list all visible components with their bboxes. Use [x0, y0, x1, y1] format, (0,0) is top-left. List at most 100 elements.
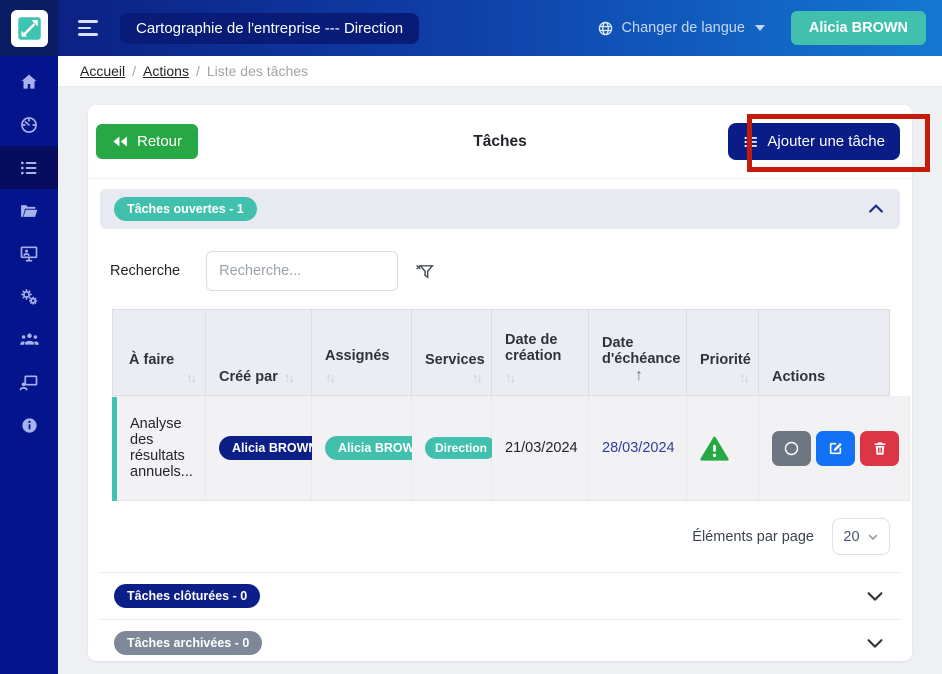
status-circle-icon [782, 439, 801, 458]
search-input[interactable] [206, 251, 398, 291]
chevron-up-icon[interactable] [866, 199, 886, 219]
sidebar-item-dashboard[interactable] [0, 103, 58, 146]
sort-icon: ↑↓ [284, 370, 293, 385]
sidebar-item-presentation[interactable] [0, 232, 58, 275]
search-row: Recherche [100, 229, 900, 305]
row-accent-bar [112, 397, 117, 501]
menu-toggle-icon[interactable] [78, 20, 98, 36]
chevron-down-icon[interactable] [864, 632, 886, 654]
table-row: Analyse des résultats annuels... Alicia … [112, 396, 890, 501]
main-content: Retour Tâches Ajouter une tâche [58, 87, 942, 674]
language-label: Changer de langue [622, 20, 745, 36]
column-header-assignees[interactable]: Assignés ↑↓ [312, 309, 412, 396]
closed-tasks-badge: Tâches clôturées - 0 [114, 584, 260, 608]
per-page-value: 20 [843, 529, 859, 545]
sidebar [0, 0, 58, 674]
search-label: Recherche [110, 263, 180, 279]
column-header-actions: Actions [759, 309, 890, 396]
column-header-todo[interactable]: À faire ↑↓ [112, 309, 206, 396]
breadcrumb-separator: / [196, 63, 200, 79]
cell-date-created: 21/03/2024 [492, 396, 589, 501]
add-task-label: Ajouter une tâche [767, 133, 885, 150]
column-header-date-due[interactable]: Date d'échéance ↑ [589, 309, 687, 396]
breadcrumb: Accueil / Actions / Liste des tâches [58, 56, 942, 87]
back-button-label: Retour [137, 133, 182, 150]
column-header-priority[interactable]: Priorité ↑↓ [687, 309, 759, 396]
task-list-icon [19, 158, 39, 178]
training-screen-icon [19, 373, 39, 393]
cell-created-by: Alicia BROWN [206, 396, 312, 501]
sidebar-item-documents[interactable] [0, 189, 58, 232]
breadcrumb-current: Liste des tâches [207, 63, 308, 79]
rewind-icon [112, 134, 129, 149]
chevron-down-icon [755, 25, 765, 31]
column-header-created-by[interactable]: Créé par ↑↓ [206, 309, 312, 396]
edit-pencil-icon [827, 440, 844, 457]
status-button[interactable] [772, 431, 811, 466]
add-task-button[interactable]: Ajouter une tâche [728, 123, 900, 160]
sidebar-menu [0, 56, 58, 447]
warning-triangle-icon [700, 435, 729, 462]
language-dropdown[interactable]: Changer de langue [597, 20, 765, 37]
user-menu-button[interactable]: Alicia BROWN [791, 11, 926, 45]
card-header: Retour Tâches Ajouter une tâche [88, 105, 912, 179]
logo-block [0, 0, 58, 56]
delete-button[interactable] [860, 431, 899, 466]
per-page-select[interactable]: 20 [832, 518, 890, 555]
presentation-icon [19, 244, 39, 264]
info-icon [20, 416, 39, 435]
accordion-open-tasks-header[interactable]: Tâches ouvertes - 1 [100, 189, 900, 229]
breadcrumb-home-link[interactable]: Accueil [80, 63, 125, 79]
cell-todo[interactable]: Analyse des résultats annuels... [112, 396, 206, 501]
accordion-archived-tasks-header[interactable]: Tâches archivées - 0 [100, 619, 900, 666]
sidebar-item-settings[interactable] [0, 275, 58, 318]
card-body: Tâches ouvertes - 1 Recherche [88, 179, 912, 674]
sort-icon: ↑↓ [505, 370, 514, 385]
cell-actions [759, 396, 910, 501]
column-header-services[interactable]: Services ↑↓ [412, 309, 492, 396]
app-title-pill[interactable]: Cartographie de l'entreprise --- Directi… [120, 13, 419, 44]
sort-icon: ↑↓ [325, 370, 334, 385]
trash-icon [872, 440, 888, 457]
back-button[interactable]: Retour [96, 124, 198, 159]
sort-icon: ↑↓ [425, 370, 481, 385]
breadcrumb-actions-link[interactable]: Actions [143, 63, 189, 79]
per-page-label: Éléments par page [692, 529, 814, 545]
chevron-down-icon [867, 531, 879, 543]
service-badge: Direction [425, 437, 497, 459]
cell-priority [687, 396, 759, 501]
chevron-down-icon[interactable] [864, 585, 886, 607]
column-header-date-created[interactable]: Date de création ↑↓ [492, 309, 589, 396]
folder-icon [19, 201, 39, 221]
sidebar-item-tasks[interactable] [0, 146, 58, 189]
home-icon [19, 72, 39, 92]
sort-icon: ↑↓ [129, 370, 195, 385]
pagination-row: Éléments par page 20 [100, 501, 900, 572]
archived-tasks-badge: Tâches archivées - 0 [114, 631, 262, 655]
app-window: Cartographie de l'entreprise --- Directi… [0, 0, 942, 674]
users-group-icon [19, 329, 40, 350]
edit-button[interactable] [816, 431, 855, 466]
sort-icon: ↑↓ [700, 370, 748, 385]
tasks-card: Retour Tâches Ajouter une tâche [88, 105, 912, 661]
cell-assignees: Alicia BROWN [312, 396, 412, 501]
sidebar-item-info[interactable] [0, 404, 58, 447]
breadcrumb-separator: / [132, 63, 136, 79]
logo-chart-pen-icon [16, 15, 43, 42]
sort-ascending-icon: ↑ [602, 367, 676, 385]
cell-service: Direction [412, 396, 492, 501]
sidebar-item-training[interactable] [0, 361, 58, 404]
cell-date-due: 28/03/2024 [589, 396, 687, 501]
settings-gears-icon [19, 287, 39, 307]
top-navbar: Cartographie de l'entreprise --- Directi… [58, 0, 942, 56]
open-tasks-badge: Tâches ouvertes - 1 [114, 197, 257, 221]
sidebar-item-home[interactable] [0, 60, 58, 103]
table-header-row: À faire ↑↓ Créé par ↑↓ Assignés ↑↓ [112, 309, 890, 396]
globe-icon [597, 20, 614, 37]
accordion-closed-tasks-header[interactable]: Tâches clôturées - 0 [100, 572, 900, 619]
sidebar-item-users[interactable] [0, 318, 58, 361]
list-icon [743, 134, 759, 150]
dashboard-gauge-icon [19, 115, 39, 135]
clear-filter-icon[interactable] [414, 261, 435, 282]
app-logo[interactable] [11, 10, 48, 47]
